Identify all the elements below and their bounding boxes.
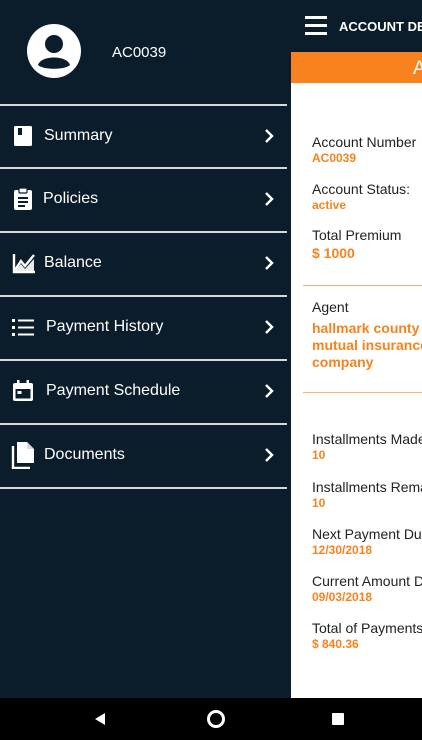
section-banner: A [291, 52, 422, 83]
divider [0, 231, 287, 233]
document-icon [11, 442, 34, 469]
installments-remaining-label: Installments Remaining [312, 479, 422, 495]
chevron-right-icon [265, 192, 274, 206]
account-details-screen: ACCOUNT DETAILS A Account Number AC0039 … [291, 0, 422, 698]
list-icon [12, 319, 34, 336]
system-navigation-bar [0, 698, 422, 740]
installments-made-value: 10 [312, 448, 326, 462]
chevron-right-icon [265, 256, 274, 270]
chevron-right-icon [265, 129, 274, 143]
nav-item-summary[interactable]: Summary [0, 107, 287, 167]
total-premium-value: $ 1000 [312, 245, 355, 261]
divider [303, 285, 422, 286]
divider [0, 423, 287, 425]
nav-item-label: Policies [43, 190, 99, 207]
agent-field: Agent [312, 299, 349, 316]
current-amount-due-label: Current Amount Due [312, 573, 422, 589]
next-payment-due-label: Next Payment Due [312, 526, 422, 542]
divider [0, 359, 287, 361]
home-icon[interactable] [207, 710, 225, 728]
nav-item-label: Documents [44, 446, 125, 463]
nav-item-payment-history[interactable]: Payment History [0, 298, 287, 358]
account-id: AC0039 [112, 44, 167, 61]
agent-value-line: mutual insurance [312, 337, 422, 353]
clipboard-icon [14, 187, 32, 210]
nav-item-label: Balance [44, 254, 102, 271]
agent-label: Agent [312, 299, 349, 315]
account-number-field: Account Number AC0039 [312, 134, 416, 166]
current-amount-due-value: 09/03/2018 [312, 590, 373, 604]
page-title: ACCOUNT DETAILS [339, 19, 422, 34]
nav-item-balance[interactable]: Balance [0, 234, 287, 294]
nav-item-documents[interactable]: Documents [0, 426, 287, 486]
installments-made-label: Installments Made [312, 431, 422, 447]
chart-icon [12, 254, 35, 274]
section-banner-text: A [413, 58, 422, 79]
account-status-value: active [312, 198, 347, 212]
app-bar: ACCOUNT DETAILS [291, 0, 422, 52]
nav-item-policies[interactable]: Policies [0, 170, 287, 230]
divider [0, 167, 287, 169]
divider [0, 295, 287, 297]
nav-item-label: Payment Schedule [46, 382, 181, 399]
current-amount-due-field: Current Amount Due 09/03/2018 [312, 573, 422, 605]
chevron-right-icon [265, 384, 274, 398]
total-payments-label: Total of Payments [312, 620, 422, 636]
total-payments-value: $ 840.36 [312, 637, 359, 651]
chevron-right-icon [265, 320, 274, 334]
nav-item-label: Summary [44, 127, 113, 144]
back-icon[interactable] [93, 712, 107, 726]
account-number-label: Account Number [312, 134, 417, 150]
recents-icon[interactable] [332, 713, 344, 725]
agent-value: hallmark county mutual insurance company [312, 320, 422, 371]
agent-value-line: company [312, 354, 374, 370]
divider [0, 487, 287, 489]
nav-item-label: Payment History [46, 318, 164, 335]
account-number-value: AC0039 [312, 151, 357, 165]
total-payments-field: Total of Payments $ 840.36 [312, 620, 422, 652]
installments-made-field: Installments Made 10 [312, 431, 422, 463]
installments-remaining-field: Installments Remaining 10 [312, 479, 422, 511]
navigation-drawer: AC0039 Summary Policies Balance Payment … [0, 0, 291, 698]
installments-remaining-value: 10 [312, 496, 326, 510]
next-payment-due-value: 12/30/2018 [312, 543, 373, 557]
divider [0, 104, 287, 106]
menu-icon[interactable] [305, 16, 327, 36]
account-status-field: Account Status: active [312, 181, 410, 213]
total-premium-label: Total Premium [312, 227, 402, 243]
user-avatar-icon[interactable] [27, 24, 81, 78]
calendar-icon [13, 380, 33, 401]
nav-item-payment-schedule[interactable]: Payment Schedule [0, 362, 287, 422]
next-payment-due-field: Next Payment Due 12/30/2018 [312, 526, 422, 558]
account-status-label: Account Status: [312, 181, 411, 197]
agent-value-line: hallmark county [312, 320, 420, 336]
chevron-right-icon [265, 448, 274, 462]
book-icon [14, 126, 32, 146]
divider [303, 392, 422, 393]
total-premium-field: Total Premium $ 1000 [312, 227, 401, 262]
